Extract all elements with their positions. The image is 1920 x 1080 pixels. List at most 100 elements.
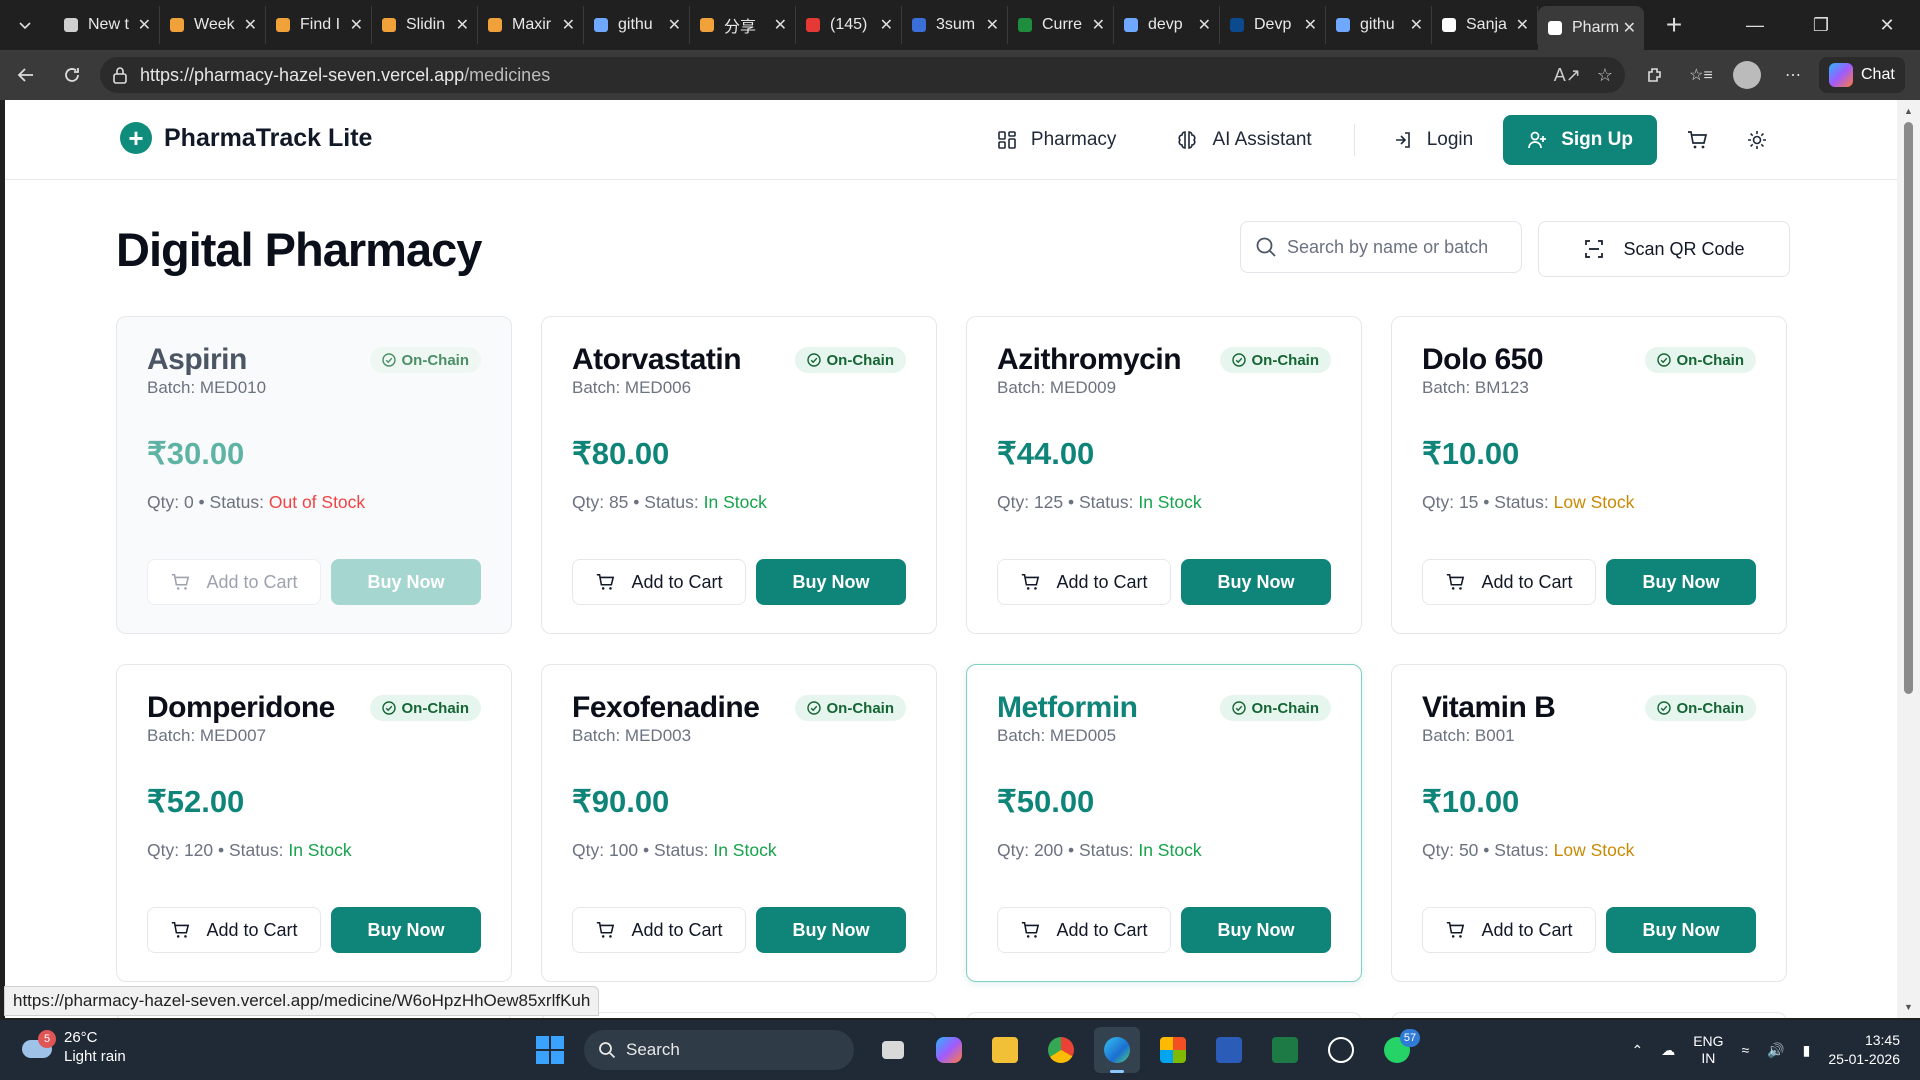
buy-now-button[interactable]: Buy Now	[756, 559, 906, 605]
battery-icon[interactable]: ▮	[1803, 1042, 1811, 1059]
browser-tab[interactable]: Pharm ✕	[1538, 6, 1644, 50]
scan-qr-button[interactable]: Scan QR Code	[1538, 221, 1790, 277]
favorite-star-icon[interactable]: ☆	[1597, 65, 1613, 86]
browser-tab[interactable]: githu ✕	[1326, 6, 1432, 44]
buy-now-button[interactable]: Buy Now	[331, 907, 481, 953]
close-tab-icon[interactable]: ✕	[456, 15, 469, 35]
close-tab-icon[interactable]: ✕	[1092, 15, 1105, 35]
add-to-cart-button[interactable]: Add to Cart	[997, 907, 1171, 953]
clock[interactable]: 13:45 25-01-2026	[1828, 1031, 1900, 1069]
profile-avatar[interactable]	[1727, 55, 1767, 95]
volume-icon[interactable]: 🔊	[1767, 1042, 1784, 1059]
add-to-cart-button[interactable]: Add to Cart	[1422, 559, 1596, 605]
excel-icon[interactable]	[1262, 1027, 1308, 1073]
close-tab-icon[interactable]: ✕	[880, 15, 893, 35]
page-scrollbar[interactable]: ▲ ▼	[1897, 100, 1920, 1018]
tab-actions-button[interactable]	[6, 6, 44, 44]
copilot-chat-button[interactable]: Chat	[1819, 57, 1905, 93]
edge-icon[interactable]	[1094, 1027, 1140, 1073]
close-tab-icon[interactable]: ✕	[562, 15, 575, 35]
browser-tab[interactable]: Slidin ✕	[372, 6, 478, 44]
medicine-card[interactable]: Vitamin B Batch: B001 On-Chain ₹10.00 Qty: 5…	[1391, 664, 1787, 982]
language-indicator[interactable]: ENG IN	[1693, 1033, 1723, 1067]
medicine-name[interactable]: Vitamin B	[1422, 691, 1556, 725]
word-icon[interactable]	[1206, 1027, 1252, 1073]
url-field[interactable]: https://pharmacy-hazel-seven.vercel.app /…	[100, 57, 1625, 93]
refresh-button[interactable]	[52, 55, 92, 95]
medicine-name[interactable]: Fexofenadine	[572, 691, 760, 725]
browser-tab[interactable]: Devp ✕	[1220, 6, 1326, 44]
browser-tab[interactable]: 3sum ✕	[902, 6, 1008, 44]
sign-up-button[interactable]: Sign Up	[1503, 115, 1657, 165]
buy-now-button[interactable]: Buy Now	[1181, 907, 1331, 953]
scroll-up-arrow[interactable]: ▲	[1897, 102, 1920, 120]
add-to-cart-button[interactable]: Add to Cart	[572, 559, 746, 605]
back-button[interactable]	[6, 55, 46, 95]
buy-now-button[interactable]: Buy Now	[756, 907, 906, 953]
start-button[interactable]	[526, 1026, 574, 1074]
more-options-icon[interactable]: ⋯	[1773, 55, 1813, 95]
buy-now-button[interactable]: Buy Now	[1606, 559, 1756, 605]
medicine-card[interactable]: Atorvastatin Batch: MED006 On-Chain ₹80.00 Q…	[541, 316, 937, 634]
add-to-cart-button[interactable]: Add to Cart	[147, 907, 321, 953]
chatgpt-icon[interactable]	[1318, 1027, 1364, 1073]
extensions-icon[interactable]	[1635, 55, 1675, 95]
add-to-cart-button[interactable]: Add to Cart	[572, 907, 746, 953]
read-aloud-icon[interactable]: A↗	[1554, 65, 1581, 86]
browser-tab[interactable]: Find I ✕	[266, 6, 372, 44]
medicine-name[interactable]: Aspirin	[147, 343, 266, 377]
whatsapp-icon[interactable]: 57	[1374, 1027, 1420, 1073]
chrome-icon[interactable]	[1038, 1027, 1084, 1073]
medicine-card[interactable]: Aspirin Batch: MED010 On-Chain ₹30.00 Qty: 0…	[116, 316, 512, 634]
login-link[interactable]: Login	[1377, 116, 1490, 164]
browser-tab[interactable]: New t ✕	[54, 6, 160, 44]
taskbar-search[interactable]: Search	[584, 1030, 854, 1070]
scrollbar-thumb[interactable]	[1904, 122, 1913, 694]
scroll-down-arrow[interactable]: ▼	[1897, 998, 1920, 1016]
browser-tab[interactable]: Maxir ✕	[478, 6, 584, 44]
buy-now-button[interactable]: Buy Now	[1606, 907, 1756, 953]
close-tab-icon[interactable]: ✕	[138, 15, 151, 35]
nav-pharmacy[interactable]: Pharmacy	[981, 116, 1133, 164]
medicine-card[interactable]: Azithromycin Batch: MED009 On-Chain ₹44.00 Q…	[966, 316, 1362, 634]
favorites-icon[interactable]: ☆≡	[1681, 55, 1721, 95]
medicine-name[interactable]: Atorvastatin	[572, 343, 742, 377]
browser-tab[interactable]: (145) ✕	[796, 6, 902, 44]
weather-widget[interactable]: 5 26°C Light rain	[20, 1028, 126, 1066]
close-tab-icon[interactable]: ✕	[350, 15, 363, 35]
browser-tab[interactable]: Week ✕	[160, 6, 266, 44]
microsoft-store-icon[interactable]	[1150, 1027, 1196, 1073]
maximize-button[interactable]: ❐	[1788, 0, 1854, 50]
close-tab-icon[interactable]: ✕	[1516, 15, 1529, 35]
close-tab-icon[interactable]: ✕	[244, 15, 257, 35]
medicine-name[interactable]: Azithromycin	[997, 343, 1182, 377]
minimize-button[interactable]: —	[1722, 0, 1788, 50]
task-view-icon[interactable]	[870, 1027, 916, 1073]
close-tab-icon[interactable]: ✕	[1623, 18, 1636, 38]
file-explorer-icon[interactable]	[982, 1027, 1028, 1073]
close-tab-icon[interactable]: ✕	[986, 15, 999, 35]
browser-tab[interactable]: devp ✕	[1114, 6, 1220, 44]
add-to-cart-button[interactable]: Add to Cart	[997, 559, 1171, 605]
search-input[interactable]	[1287, 236, 1512, 258]
buy-now-button[interactable]: Buy Now	[1181, 559, 1331, 605]
browser-tab[interactable]: Curre ✕	[1008, 6, 1114, 44]
medicine-card[interactable]: Fexofenadine Batch: MED003 On-Chain ₹90.00 Q…	[541, 664, 937, 982]
medicine-name[interactable]: Metformin	[997, 691, 1138, 725]
medicine-name[interactable]: Dolo 650	[1422, 343, 1544, 377]
chevron-up-icon[interactable]: ⌃	[1631, 1042, 1643, 1059]
nav-ai-assistant[interactable]: AI Assistant	[1160, 116, 1327, 164]
copilot-app-icon[interactable]	[926, 1027, 972, 1073]
wifi-icon[interactable]: ≈	[1742, 1042, 1750, 1058]
theme-toggle-button[interactable]	[1737, 120, 1777, 160]
medicine-card[interactable]: Domperidone Batch: MED007 On-Chain ₹52.00 Qt…	[116, 664, 512, 982]
add-to-cart-button[interactable]: Add to Cart	[147, 559, 321, 605]
close-tab-icon[interactable]: ✕	[1304, 15, 1317, 35]
medicine-card[interactable]: Metformin Batch: MED005 On-Chain ₹50.00 Qty:…	[966, 664, 1362, 982]
browser-tab[interactable]: Sanja ✕	[1432, 6, 1538, 44]
close-window-button[interactable]: ✕	[1854, 0, 1920, 50]
browser-tab[interactable]: githu ✕	[584, 6, 690, 44]
brand-link[interactable]: + PharmaTrack Lite	[120, 122, 372, 154]
cart-button[interactable]	[1677, 120, 1717, 160]
onedrive-icon[interactable]: ☁	[1661, 1042, 1675, 1059]
